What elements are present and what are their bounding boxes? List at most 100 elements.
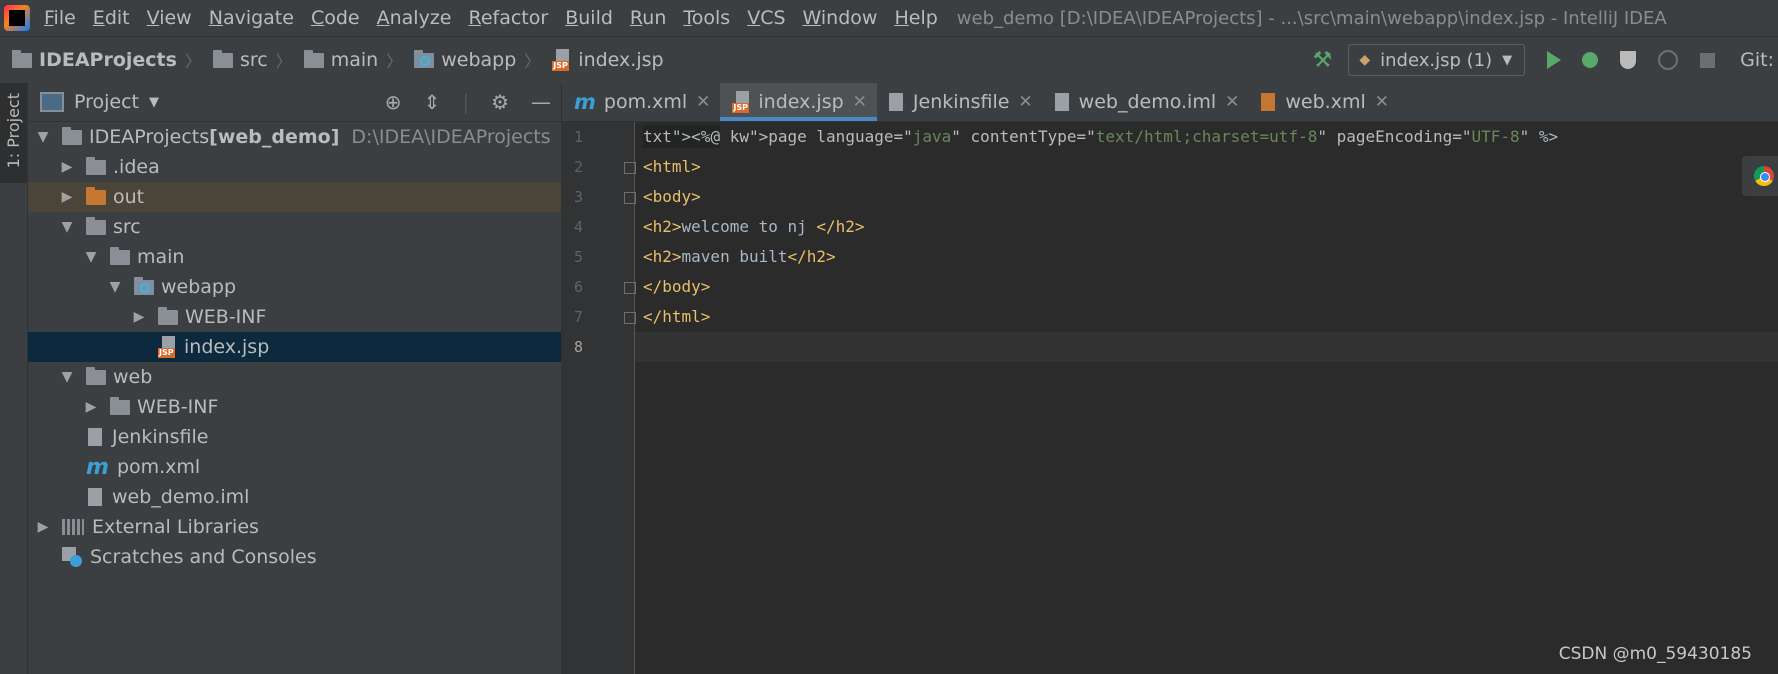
divider: | xyxy=(462,90,470,114)
locate-file-icon[interactable]: ⊕ xyxy=(385,90,402,114)
build-hammer-icon[interactable]: ⚒ xyxy=(1313,48,1333,73)
expand-down-icon[interactable]: ▼ xyxy=(60,219,74,235)
close-icon[interactable]: ✕ xyxy=(696,92,710,112)
tree-item[interactable]: ▶web_demo.iml xyxy=(28,482,561,512)
profile-icon[interactable] xyxy=(1658,50,1679,70)
code-line[interactable]: <html> xyxy=(635,152,1778,182)
expand-right-icon[interactable]: ▶ xyxy=(60,189,74,205)
close-icon[interactable]: ✕ xyxy=(1225,92,1239,112)
run-icon[interactable] xyxy=(1547,51,1562,69)
editor-tab-label: pom.xml xyxy=(603,91,688,113)
debug-icon[interactable] xyxy=(1582,52,1599,68)
expand-right-icon[interactable]: ▶ xyxy=(36,519,50,535)
expand-right-icon[interactable]: ▶ xyxy=(84,399,98,415)
coverage-icon[interactable] xyxy=(1620,51,1637,69)
breadcrumb-src[interactable]: src 〉 xyxy=(212,48,292,72)
tree-item[interactable]: ▶Jenkinsfile xyxy=(28,422,561,452)
menu-analyze[interactable]: Analyze xyxy=(377,7,452,29)
menu-help[interactable]: Help xyxy=(894,7,937,29)
editor-tab[interactable]: m pom.xml ✕ xyxy=(562,83,720,121)
menu-navigate[interactable]: Navigate xyxy=(209,7,294,29)
menu-refactor[interactable]: Refactor xyxy=(468,7,548,29)
tree-item[interactable]: ▼ src xyxy=(28,212,561,242)
file-icon xyxy=(1054,93,1069,111)
line-number: 2 xyxy=(562,152,636,182)
project-view-selector[interactable]: Project xyxy=(74,91,139,113)
close-icon[interactable]: ✕ xyxy=(853,92,867,112)
code-line[interactable] xyxy=(635,332,1778,362)
menu-file[interactable]: File xyxy=(44,7,76,29)
menu-code[interactable]: Code xyxy=(311,7,360,29)
expand-down-icon[interactable]: ▼ xyxy=(60,369,74,385)
editor-tab-label: web_demo.iml xyxy=(1078,91,1217,113)
gear-icon[interactable]: ⚙ xyxy=(491,90,509,114)
close-icon[interactable]: ✕ xyxy=(1375,92,1389,112)
navigation-bar: IDEAProjects 〉 src 〉 main 〉 webapp 〉 ind… xyxy=(0,36,1778,84)
editor-tab[interactable]: web_demo.iml ✕ xyxy=(1043,83,1250,121)
code-line[interactable]: txt"><%@ kw">page language="java" conten… xyxy=(635,122,1778,152)
project-tree: ▼ IDEAProjects [web_demo] D:\IDEA\IDEAProj… xyxy=(28,122,561,572)
project-tool-tab[interactable]: 1: Project xyxy=(0,83,27,183)
jsp-file-icon xyxy=(552,49,572,71)
git-label[interactable]: Git: xyxy=(1740,49,1774,71)
folder-icon xyxy=(86,156,106,175)
menu-tools[interactable]: Tools xyxy=(683,7,730,29)
tree-item[interactable]: ▼ IDEAProjects [web_demo] D:\IDEA\IDEAProj… xyxy=(28,122,561,152)
breadcrumb-main[interactable]: main 〉 xyxy=(303,48,402,72)
tree-item[interactable]: ▼ webapp xyxy=(28,272,561,302)
tree-item-path: D:\IDEA\IDEAProjects xyxy=(351,126,551,148)
hide-panel-icon[interactable]: — xyxy=(531,90,551,114)
expand-down-icon[interactable]: ▼ xyxy=(84,249,98,265)
expand-right-icon[interactable]: ▶ xyxy=(60,159,74,175)
menu-view[interactable]: View xyxy=(147,7,192,29)
collapse-all-icon[interactable]: ⇕ xyxy=(424,90,441,114)
tree-item-label: WEB-INF xyxy=(185,306,267,328)
line-number: 7 xyxy=(562,302,636,332)
tree-item[interactable]: ▶Scratches and Consoles xyxy=(28,542,561,572)
jsp-file-icon xyxy=(732,91,752,113)
code-editor[interactable]: txt"><%@ kw">page language="java" conten… xyxy=(635,122,1778,674)
expand-down-icon[interactable]: ▼ xyxy=(108,279,122,295)
breadcrumb-index-jsp[interactable]: index.jsp xyxy=(552,49,664,71)
line-number: 5 xyxy=(574,248,584,266)
menu-window[interactable]: Window xyxy=(803,7,878,29)
code-line[interactable]: <h2>maven built</h2> xyxy=(635,242,1778,272)
menu-vcs[interactable]: VCS xyxy=(747,7,785,29)
breadcrumb-ideaprojects[interactable]: IDEAProjects 〉 xyxy=(12,48,201,72)
chrome-browser-icon[interactable] xyxy=(1742,156,1778,196)
xml-file-icon xyxy=(1261,93,1276,111)
expand-down-icon[interactable]: ▼ xyxy=(36,129,50,145)
menu-edit[interactable]: Edit xyxy=(93,7,130,29)
chevron-down-icon[interactable]: ▼ xyxy=(149,95,159,110)
tree-item[interactable]: ▶ WEB-INF xyxy=(28,302,561,332)
code-line[interactable]: </body> xyxy=(635,272,1778,302)
run-configuration-select[interactable]: ◆ index.jsp (1) ▼ xyxy=(1348,44,1526,76)
menu-run[interactable]: Run xyxy=(630,7,666,29)
editor-tab[interactable]: web.xml ✕ xyxy=(1249,83,1399,121)
folder-icon xyxy=(303,49,324,68)
tree-item[interactable]: ▶mpom.xml xyxy=(28,452,561,482)
editor-tab-label: Jenkinsfile xyxy=(912,91,1010,113)
close-icon[interactable]: ✕ xyxy=(1018,92,1032,112)
code-line[interactable]: <h2>welcome to nj </h2> xyxy=(635,212,1778,242)
folder-icon xyxy=(86,366,106,385)
expand-right-icon[interactable]: ▶ xyxy=(132,309,146,325)
tree-item[interactable]: ▶ out xyxy=(28,182,561,212)
code-line[interactable]: </html> xyxy=(635,302,1778,332)
code-line[interactable]: <body> xyxy=(635,182,1778,212)
project-view-icon xyxy=(40,92,64,112)
tree-item[interactable]: ▶index.jsp xyxy=(28,332,561,362)
breadcrumb-label: webapp xyxy=(441,49,517,71)
tree-item[interactable]: ▶ External Libraries xyxy=(28,512,561,542)
tree-item[interactable]: ▼ main xyxy=(28,242,561,272)
editor-tab[interactable]: index.jsp ✕ xyxy=(720,83,877,121)
tree-item-label: web_demo.iml xyxy=(112,486,250,508)
tree-item[interactable]: ▶ .idea xyxy=(28,152,561,182)
stop-icon[interactable] xyxy=(1700,52,1716,68)
line-number: 3 xyxy=(562,182,636,212)
editor-tab[interactable]: Jenkinsfile ✕ xyxy=(877,83,1043,121)
menu-build[interactable]: Build xyxy=(565,7,613,29)
tree-item[interactable]: ▶ WEB-INF xyxy=(28,392,561,422)
tree-item[interactable]: ▼ web xyxy=(28,362,561,392)
breadcrumb-webapp[interactable]: webapp 〉 xyxy=(414,48,540,72)
